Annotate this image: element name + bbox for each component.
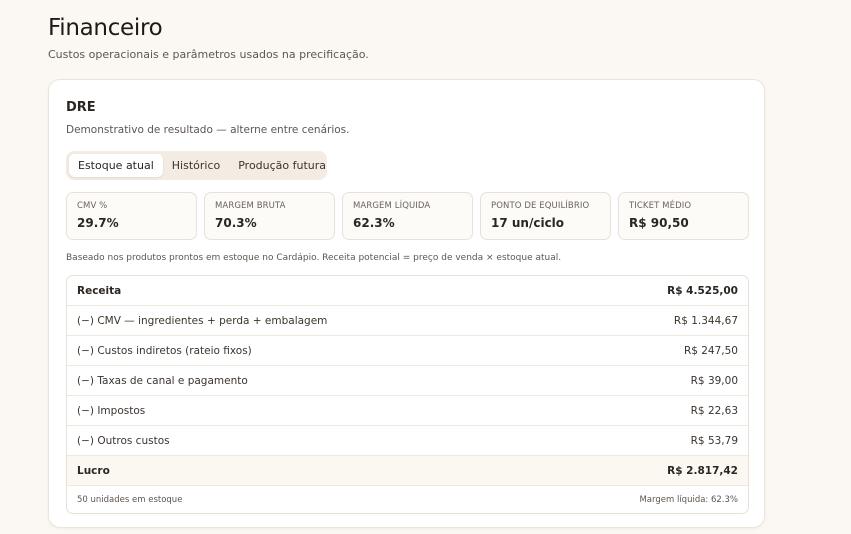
- kpi-label: Ponto de equilíbrio: [491, 201, 590, 211]
- kpi-label: Margem bruta: [215, 201, 286, 211]
- dre-row-cmv: (−) CMV — ingredientes + perda + embalag…: [67, 306, 748, 336]
- dre-row-value: R$ 39,00: [690, 374, 738, 387]
- card-title: DRE: [66, 100, 96, 115]
- calculation-note: Baseado nos produtos prontos em estoque …: [66, 253, 562, 263]
- kpi-value: 29.7%: [77, 216, 119, 230]
- net-margin-text: Margem líquida: 62.3%: [639, 494, 738, 505]
- kpi-label: Margem líquida: [353, 201, 431, 211]
- tab-estoque-atual[interactable]: Estoque atual: [69, 154, 163, 177]
- dre-row-value: R$ 2.817,42: [667, 464, 738, 477]
- dre-row-outros-custos: (−) Outros custos R$ 53,79: [67, 426, 748, 456]
- dre-row-label: (−) CMV — ingredientes + perda + embalag…: [77, 314, 328, 327]
- dre-row-label: (−) Outros custos: [77, 434, 170, 447]
- page-header: Financeiro Custos operacionais e parâmet…: [48, 14, 369, 61]
- kpi-label: Ticket médio: [629, 201, 692, 211]
- dre-row-value: R$ 53,79: [690, 434, 738, 447]
- tab-historico[interactable]: Histórico: [163, 154, 229, 177]
- stock-units-text: 50 unidades em estoque: [77, 494, 183, 505]
- kpi-value: 70.3%: [215, 216, 257, 230]
- page-title: Financeiro: [48, 15, 163, 41]
- dre-row-value: R$ 4.525,00: [667, 284, 738, 297]
- kpi-margem-bruta: Margem bruta 70.3%: [204, 192, 335, 240]
- kpi-ponto-equilibrio: Ponto de equilíbrio 17 un/ciclo: [480, 192, 611, 240]
- kpi-value: 62.3%: [353, 216, 395, 230]
- page-subtitle: Custos operacionais e parâmetros usados …: [48, 48, 369, 61]
- dre-row-value: R$ 22,63: [690, 404, 738, 417]
- kpi-margem-liquida: Margem líquida 62.3%: [342, 192, 473, 240]
- dre-row-value: R$ 1.344,67: [673, 314, 738, 327]
- dre-row-custos-indiretos: (−) Custos indiretos (rateio fixos) R$ 2…: [67, 336, 748, 366]
- dre-row-label: (−) Taxas de canal e pagamento: [77, 374, 248, 387]
- dre-row-impostos: (−) Impostos R$ 22,63: [67, 396, 748, 426]
- dre-footer: 50 unidades em estoque Margem líquida: 6…: [67, 486, 748, 513]
- dre-row-label: Receita: [77, 284, 122, 297]
- scenario-tabs: Estoque atual Histórico Produção futura: [66, 151, 327, 180]
- dre-row-receita: Receita R$ 4.525,00: [67, 276, 748, 306]
- dre-row-label: (−) Impostos: [77, 404, 146, 417]
- kpi-cards: CMV % 29.7% Margem bruta 70.3% Margem lí…: [66, 192, 749, 240]
- kpi-value: 17 un/ciclo: [491, 216, 565, 230]
- dre-card: DRE Demonstrativo de resultado — alterne…: [48, 79, 765, 528]
- dre-row-label: Lucro: [77, 464, 110, 477]
- dre-row-value: R$ 247,50: [683, 344, 738, 357]
- tab-producao-futura[interactable]: Produção futura: [229, 154, 335, 177]
- kpi-cmv: CMV % 29.7%: [66, 192, 197, 240]
- card-subtitle: Demonstrativo de resultado — alterne ent…: [66, 124, 350, 136]
- dre-row-lucro: Lucro R$ 2.817,42: [67, 456, 748, 486]
- dre-table: Receita R$ 4.525,00 (−) CMV — ingredient…: [66, 275, 749, 514]
- kpi-ticket-medio: Ticket médio R$ 90,50: [618, 192, 749, 240]
- kpi-label: CMV %: [77, 201, 108, 211]
- kpi-value: R$ 90,50: [629, 216, 689, 230]
- dre-row-label: (−) Custos indiretos (rateio fixos): [77, 344, 252, 357]
- dre-row-taxas: (−) Taxas de canal e pagamento R$ 39,00: [67, 366, 748, 396]
